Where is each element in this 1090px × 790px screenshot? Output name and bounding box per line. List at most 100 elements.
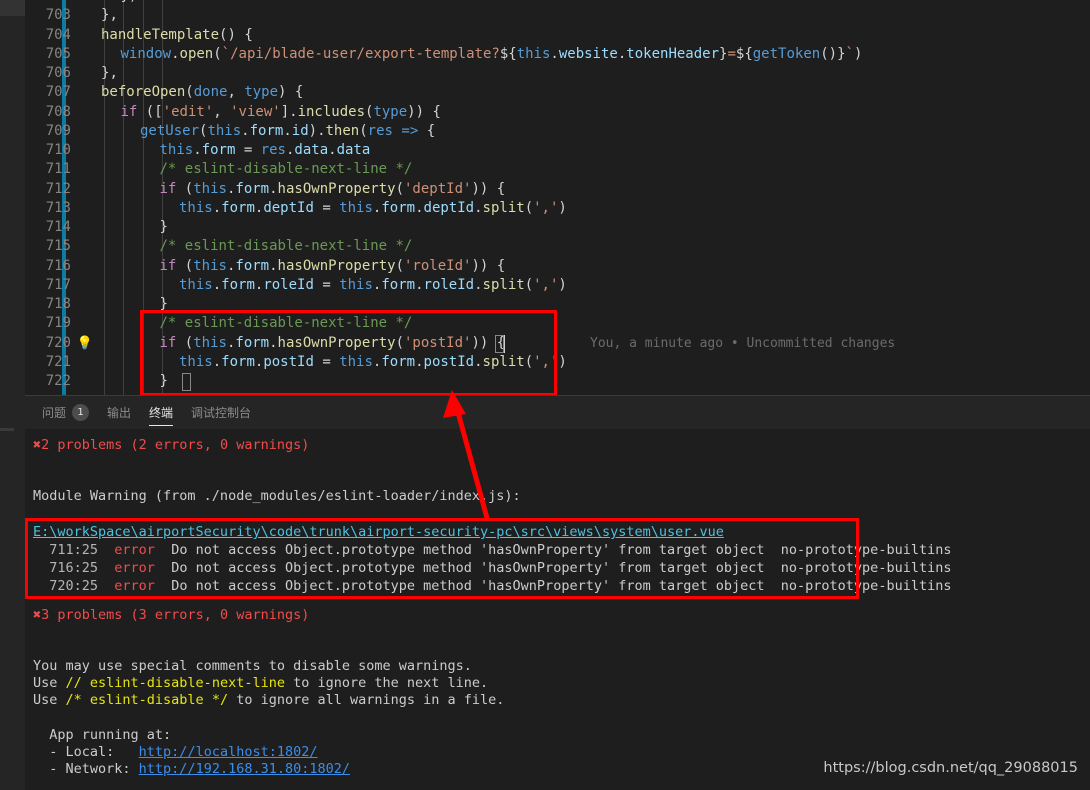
- code-text: this.form = res.data.data: [159, 142, 371, 158]
- editor-line[interactable]: 717 this.form.roleId = this.form.roleId.s…: [25, 276, 1090, 295]
- editor-lines: 702})703},704handleTemplate() {705window…: [25, 0, 1090, 391]
- code-text: /* eslint-disable-next-line */: [159, 161, 413, 178]
- code-text: if (this.form.hasOwnProperty('deptId')) …: [159, 180, 506, 197]
- error-icon: ✖: [33, 437, 42, 453]
- code-text: },: [101, 65, 118, 81]
- editor-line[interactable]: 720 💡 if (this.form.hasOwnProperty('postId…: [25, 334, 1090, 353]
- line-number: 722: [45, 373, 71, 389]
- editor-line[interactable]: 711 /* eslint-disable-next-line */: [25, 160, 1090, 179]
- editor-line[interactable]: 712 if (this.form.hasOwnProperty('deptId'…: [25, 180, 1090, 199]
- line-number: 713: [45, 199, 71, 216]
- code-text: this.form.postId = this.form.postId.spli…: [179, 353, 567, 370]
- line-number: 703: [45, 7, 71, 24]
- line-number: 705: [45, 45, 71, 62]
- hint-line: You may use special comments to disable …: [33, 658, 472, 674]
- code-text: handleTemplate() {: [101, 26, 253, 43]
- line-number: 709: [45, 122, 71, 139]
- code-text: window.open(`/api/blade-user/export-temp…: [120, 45, 863, 62]
- editor-line[interactable]: 710 this.form = res.data.data: [25, 141, 1090, 160]
- line-number: 714: [45, 219, 71, 235]
- tab-debug-console[interactable]: 调试控制台: [182, 396, 260, 429]
- hint-line: Use // eslint-disable-next-line to ignor…: [33, 675, 489, 691]
- editor-line[interactable]: 705 window.open(`/api/blade-user/export-t…: [25, 45, 1090, 64]
- terminal-panel[interactable]: ✖2 problems (2 errors, 0 warnings) Modul…: [25, 429, 1090, 790]
- error-file-path[interactable]: E:\workSpace\airportSecurity\code\trunk\…: [33, 524, 724, 541]
- tab-output[interactable]: 输出: [98, 396, 140, 429]
- panel-tab-label: 问题: [42, 406, 67, 420]
- panel-tab-label: 调试控制台: [191, 406, 252, 420]
- panel-tab-label: 输出: [107, 406, 132, 420]
- editor-line[interactable]: 715 /* eslint-disable-next-line */: [25, 237, 1090, 256]
- editor-line[interactable]: 706},: [25, 64, 1090, 83]
- line-number: 720: [45, 334, 71, 351]
- matching-bracket-highlight: [495, 334, 504, 353]
- line-number: 721: [45, 353, 71, 370]
- editor-line[interactable]: 707 beforeOpen(done, type) {: [25, 83, 1090, 102]
- line-number: 718: [45, 296, 71, 312]
- tab-terminal[interactable]: 终端: [140, 396, 182, 429]
- code-text: }: [159, 373, 168, 389]
- code-text: if (['edit', 'view'].includes(type)) {: [120, 103, 441, 120]
- error-icon: ✖: [33, 607, 42, 623]
- code-text: }: [159, 219, 168, 235]
- editor-line[interactable]: 704 handleTemplate() {: [25, 26, 1090, 45]
- lightbulb-icon[interactable]: 💡: [74, 334, 96, 353]
- code-text: if (this.form.hasOwnProperty('postId')) …: [159, 334, 506, 351]
- annotation-arrow: [443, 390, 490, 519]
- panel-tab-list[interactable]: 问题 1 输出 终端 调试控制台: [33, 396, 260, 429]
- editor-line[interactable]: 714}: [25, 218, 1090, 237]
- code-text: },: [101, 7, 118, 24]
- local-url-line: - Local: http://localhost:1802/: [49, 744, 318, 760]
- line-number: 715: [45, 238, 71, 255]
- matching-bracket-highlight: [182, 373, 191, 391]
- line-number: 704: [45, 26, 71, 43]
- line-number: 717: [45, 276, 71, 293]
- line-number: 712: [45, 180, 71, 197]
- code-text: getUser(this.form.id).then(res => {: [140, 122, 436, 139]
- local-url-link[interactable]: http://localhost:1802/: [139, 744, 318, 760]
- editor-line[interactable]: 718}: [25, 295, 1090, 314]
- line-number: 710: [45, 142, 71, 158]
- editor-line[interactable]: 713 this.form.deptId = this.form.deptId.s…: [25, 199, 1090, 218]
- editor-line[interactable]: 721 this.form.postId = this.form.postId.s…: [25, 353, 1090, 372]
- line-number: 719: [45, 315, 71, 332]
- editor-line[interactable]: 709 getUser(this.form.id).then(res => {: [25, 122, 1090, 141]
- git-blame-annotation: You, a minute ago • Uncommitted changes: [590, 335, 896, 351]
- code-text: /* eslint-disable-next-line */: [159, 238, 413, 255]
- editor-line[interactable]: 722}: [25, 372, 1090, 391]
- hint-line: Use /* eslint-disable */ to ignore all w…: [33, 692, 505, 708]
- problem-row: 711:25 error Do not access Object.protot…: [33, 542, 952, 558]
- panel-tab-label: 终端: [149, 406, 174, 420]
- app-running-label: App running at:: [49, 727, 172, 743]
- line-number: 711: [45, 161, 71, 178]
- activity-bar-top-block: [0, 0, 25, 16]
- code-text: this.form.roleId = this.form.roleId.spli…: [179, 276, 567, 293]
- editor-line[interactable]: 708 if (['edit', 'view'].includes(type)) …: [25, 103, 1090, 122]
- tab-problems[interactable]: 问题 1: [33, 396, 98, 429]
- code-text: this.form.deptId = this.form.deptId.spli…: [179, 199, 567, 216]
- line-number: 716: [45, 257, 71, 274]
- problem-row: 720:25 error Do not access Object.protot…: [33, 578, 952, 594]
- problems-summary-top: ✖2 problems (2 errors, 0 warnings): [33, 437, 310, 453]
- network-url-line: - Network: http://192.168.31.80:1802/: [49, 761, 350, 777]
- code-text: beforeOpen(done, type) {: [101, 84, 304, 101]
- panel-header: 问题 1 输出 终端 调试控制台: [25, 396, 1090, 429]
- editor-line[interactable]: 716 if (this.form.hasOwnProperty('roleId'…: [25, 257, 1090, 276]
- code-text: }: [159, 296, 168, 312]
- watermark: https://blog.csdn.net/qq_29088015: [823, 760, 1078, 776]
- editor-line[interactable]: 703},: [25, 6, 1090, 25]
- line-number: 708: [45, 103, 71, 120]
- editor-line[interactable]: 719 /* eslint-disable-next-line */: [25, 314, 1090, 333]
- activity-bar-marker: [0, 428, 14, 431]
- problem-row: 716:25 error Do not access Object.protot…: [33, 560, 952, 576]
- code-editor[interactable]: 702})703},704handleTemplate() {705window…: [25, 0, 1090, 395]
- network-url-link[interactable]: http://192.168.31.80:1802/: [139, 761, 350, 777]
- code-text: if (this.form.hasOwnProperty('roleId')) …: [159, 257, 506, 274]
- panel-tab-badge: 1: [72, 404, 90, 421]
- line-number: 707: [45, 84, 71, 101]
- code-text: /* eslint-disable-next-line */: [159, 315, 413, 332]
- vscode-window: 702})703},704handleTemplate() {705window…: [0, 0, 1090, 790]
- line-number: 706: [45, 65, 71, 81]
- activity-bar[interactable]: [0, 0, 25, 790]
- problems-summary-bottom: ✖3 problems (3 errors, 0 warnings): [33, 607, 310, 623]
